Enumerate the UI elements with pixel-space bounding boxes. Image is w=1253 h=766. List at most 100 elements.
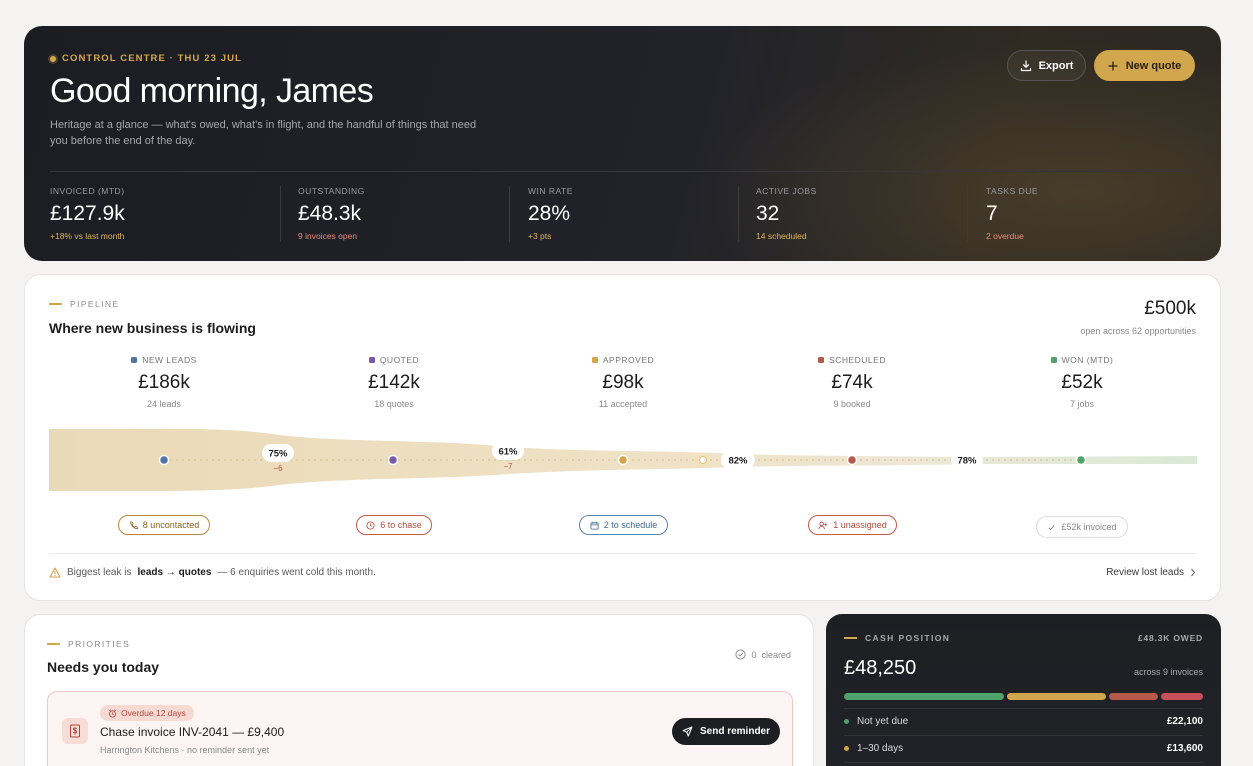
task-subtitle: Harrington Kitchens · no reminder sent y… bbox=[100, 745, 270, 755]
pipeline-eyebrow: PIPELINE bbox=[49, 299, 119, 309]
stage-approved[interactable]: APPROVED £98k 11 accepted bbox=[533, 355, 713, 409]
stage-sub: 7 jobs bbox=[1069, 399, 1095, 409]
stage-won[interactable]: WON (MTD) £52k 7 jobs bbox=[992, 355, 1172, 409]
task-title: Chase invoice INV-2041 — £9,400 bbox=[100, 725, 285, 739]
kpi-active-jobs[interactable]: ACTIVE JOBS 32 14 scheduled bbox=[738, 186, 967, 242]
stage-sub: 18 quotes bbox=[374, 399, 414, 409]
stage-label: NEW LEADS bbox=[74, 355, 254, 365]
stage-label-text: APPROVED bbox=[602, 355, 655, 365]
stage-sub: 24 leads bbox=[146, 399, 182, 409]
kpi-invoiced[interactable]: INVOICED (MTD) £127.9k +18% vs last mont… bbox=[50, 186, 280, 242]
hero-eyebrow-text: CONTROL CENTRE · THU 23 JUL bbox=[62, 53, 242, 64]
conversion-rate: 75% bbox=[268, 449, 288, 460]
kpi-tasks-due[interactable]: TASKS DUE 7 2 overdue bbox=[967, 186, 1195, 242]
kpi-value: 28% bbox=[528, 202, 571, 225]
stage-value: £186k bbox=[138, 372, 190, 393]
alarm-icon bbox=[108, 708, 117, 718]
aging-segment bbox=[1108, 693, 1159, 700]
cash-eyebrow-text: CASH POSITION bbox=[865, 633, 951, 643]
cash-position-card: CASH POSITION £48.3K OWED £48,250 across… bbox=[826, 614, 1221, 766]
chip-uncontacted[interactable]: 8 uncontacted bbox=[118, 515, 210, 535]
conversion-rate: 78% bbox=[957, 456, 977, 467]
aging-row-not-due[interactable]: Not yet due £22,100 bbox=[844, 716, 1203, 727]
status-dot-icon bbox=[50, 55, 56, 62]
stage-node-approved bbox=[617, 454, 629, 466]
eyebrow-rule bbox=[47, 643, 60, 645]
new-quote-label: New quote bbox=[1125, 59, 1182, 72]
kpi-value: 7 bbox=[986, 202, 998, 225]
stage-label: SCHEDULED bbox=[762, 355, 942, 365]
stage-value: £142k bbox=[368, 372, 420, 393]
priorities-card: PRIORITIES Needs you today 0 cleared Ove… bbox=[24, 614, 814, 766]
pipeline-total: £500k bbox=[1144, 298, 1196, 319]
stage-label: APPROVED bbox=[533, 355, 713, 365]
send-reminder-button[interactable]: Send reminder bbox=[672, 718, 780, 745]
leak-suffix: — 6 enquiries went cold this month. bbox=[217, 567, 376, 578]
chip-label: £52k invoiced bbox=[1061, 522, 1117, 532]
pipeline-title: Where new business is flowing bbox=[49, 320, 256, 336]
kpi-label: TASKS DUE bbox=[986, 186, 1039, 196]
cleared-label: cleared bbox=[761, 649, 791, 660]
aging-segment bbox=[1161, 693, 1203, 700]
cash-eyebrow: CASH POSITION bbox=[844, 633, 950, 643]
eyebrow-rule bbox=[844, 637, 857, 639]
kpi-delta: +3 pts bbox=[528, 231, 552, 241]
download-icon bbox=[1020, 59, 1031, 71]
send-icon bbox=[682, 726, 693, 737]
aging-bar bbox=[844, 693, 1203, 700]
conversion-drop: −6 bbox=[273, 464, 283, 473]
stage-quoted[interactable]: QUOTED £142k 18 quotes bbox=[304, 355, 484, 409]
stage-label: QUOTED bbox=[304, 355, 484, 365]
overdue-badge: Overdue 12 days bbox=[100, 705, 194, 721]
hero-eyebrow: CONTROL CENTRE · THU 23 JUL bbox=[50, 53, 242, 64]
chip-to-chase[interactable]: 6 to chase bbox=[356, 515, 432, 535]
kpi-value: 32 bbox=[756, 202, 780, 225]
cash-divider bbox=[844, 762, 1203, 763]
new-quote-button[interactable]: New quote bbox=[1094, 50, 1195, 81]
warning-icon bbox=[49, 567, 61, 578]
flow-pulse-core bbox=[699, 456, 707, 464]
chip-to-schedule[interactable]: 2 to schedule bbox=[579, 515, 668, 535]
stage-node-quoted bbox=[387, 454, 399, 466]
stage-new-leads[interactable]: NEW LEADS £186k 24 leads bbox=[74, 355, 254, 409]
export-label: Export bbox=[1038, 59, 1074, 72]
aging-value: £13,600 bbox=[1166, 743, 1203, 754]
aging-value: £22,100 bbox=[1166, 716, 1203, 727]
review-lost-leads-link[interactable]: Review lost leads bbox=[1106, 567, 1196, 578]
chip-invoiced[interactable]: £52k invoiced bbox=[1036, 516, 1128, 538]
stage-label-text: NEW LEADS bbox=[142, 355, 197, 365]
stage-value: £52k bbox=[1061, 372, 1103, 393]
aging-row-1-30[interactable]: 1–30 days £13,600 bbox=[844, 743, 1203, 754]
stage-swatch bbox=[591, 357, 598, 363]
priority-task[interactable]: Overdue 12 days Chase invoice INV-2041 —… bbox=[47, 691, 793, 766]
cash-divider bbox=[844, 708, 1203, 709]
stage-scheduled[interactable]: SCHEDULED £74k 9 booked bbox=[762, 355, 942, 409]
stage-label: WON (MTD) bbox=[992, 355, 1172, 365]
chevron-right-icon bbox=[1191, 568, 1196, 577]
stage-label-text: SCHEDULED bbox=[829, 355, 886, 365]
stage-value: £98k bbox=[602, 372, 644, 393]
stage-swatch bbox=[368, 357, 375, 363]
aging-segment bbox=[844, 693, 1005, 700]
kpi-delta: 9 invoices open bbox=[298, 231, 358, 241]
clock-icon bbox=[366, 520, 375, 530]
overdue-badge-text: Overdue 12 days bbox=[121, 708, 186, 718]
priorities-title: Needs you today bbox=[47, 659, 160, 675]
kpi-value: £48.3k bbox=[298, 202, 362, 225]
kpi-label: OUTSTANDING bbox=[298, 186, 365, 196]
review-label: Review lost leads bbox=[1106, 567, 1184, 578]
kpi-win-rate[interactable]: WIN RATE 28% +3 pts bbox=[509, 186, 738, 242]
chip-label: 2 to schedule bbox=[603, 520, 658, 530]
export-button[interactable]: Export bbox=[1007, 50, 1086, 81]
eyebrow-rule bbox=[49, 303, 62, 305]
chip-unassigned[interactable]: 1 unassigned bbox=[808, 515, 897, 535]
user-plus-icon bbox=[818, 521, 828, 529]
pipeline-eyebrow-text: PIPELINE bbox=[70, 299, 120, 309]
chip-label: 8 uncontacted bbox=[142, 520, 200, 530]
kpi-outstanding[interactable]: OUTSTANDING £48.3k 9 invoices open bbox=[280, 186, 509, 242]
stage-label-text: QUOTED bbox=[379, 355, 420, 365]
kpi-strip: INVOICED (MTD) £127.9k +18% vs last mont… bbox=[50, 186, 1195, 242]
page-title: Good morning, James bbox=[50, 72, 374, 110]
stage-swatch bbox=[818, 357, 825, 363]
plus-icon bbox=[1108, 60, 1118, 71]
